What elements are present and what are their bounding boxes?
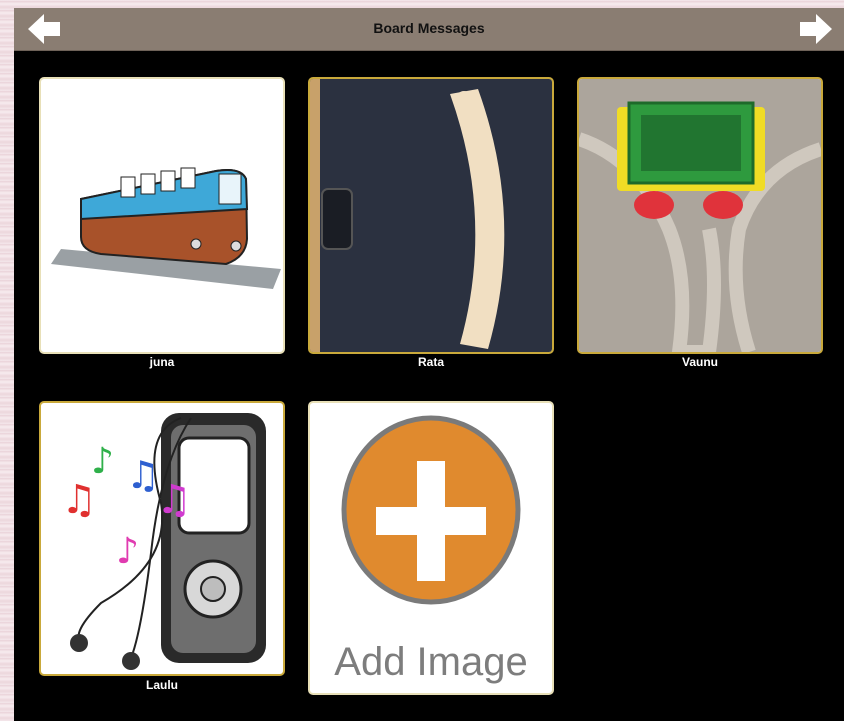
page-title: Board Messages — [373, 20, 485, 36]
svg-text:♫: ♫ — [156, 477, 192, 523]
tile-juna[interactable] — [39, 77, 285, 354]
svg-text:♪: ♪ — [91, 441, 114, 482]
top-bar: Board Messages — [14, 8, 844, 51]
tile-laulu[interactable]: ♫ ♪ ♫ ♪ ♫ — [39, 401, 285, 676]
track-photo — [310, 79, 552, 352]
music-player-image: ♫ ♪ ♫ ♪ ♫ — [61, 413, 266, 670]
tile-label: Laulu — [146, 678, 178, 692]
svg-text:♪: ♪ — [116, 531, 139, 572]
tile-label: Rata — [417, 355, 444, 369]
tile-label: Vaunu — [681, 355, 718, 369]
forward-button[interactable] — [798, 12, 834, 46]
tile-vaunu[interactable] — [577, 77, 823, 354]
svg-text:♫: ♫ — [61, 477, 97, 523]
train-image — [51, 167, 281, 289]
tile-rata[interactable] — [308, 77, 554, 354]
board-screen: Board Messages juna Rata Vaunu ♫ ♪ ♫ ♪ ♫… — [14, 8, 844, 721]
plus-icon — [341, 415, 521, 605]
add-image-label: Add Image — [334, 640, 528, 684]
wagon-photo — [579, 79, 821, 352]
tile-label: juna — [149, 355, 175, 369]
svg-text:♫: ♫ — [126, 453, 160, 497]
add-image-tile[interactable]: Add Image — [308, 401, 554, 695]
forward-arrow-icon — [800, 14, 832, 44]
